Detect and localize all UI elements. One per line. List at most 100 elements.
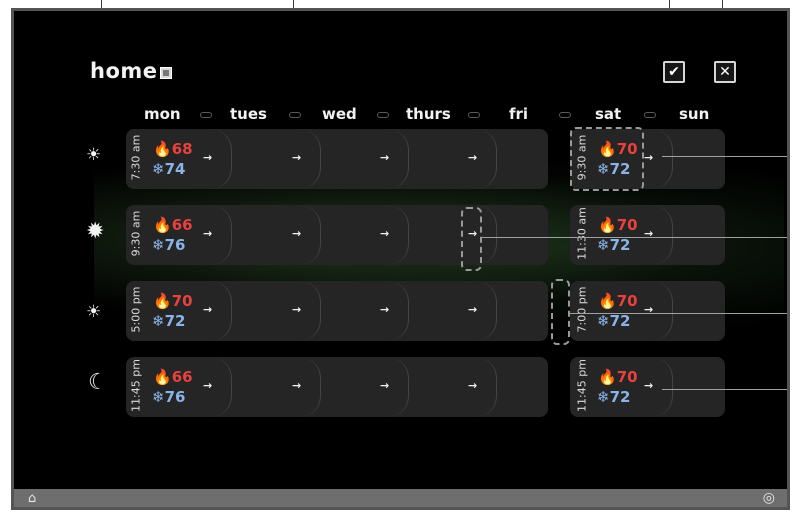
period-start-time[interactable]: 7:00 pm (576, 280, 589, 340)
segment-divider (388, 205, 409, 265)
copy-forward-arrow[interactable]: → (468, 151, 477, 164)
segment-divider (300, 357, 321, 417)
copy-forward-arrow[interactable]: → (644, 379, 653, 392)
drag-handle-highlight[interactable] (570, 127, 644, 191)
copy-forward-arrow[interactable]: → (203, 227, 212, 240)
period-start-time[interactable]: 7:30 am (130, 128, 143, 188)
heat-setpoint[interactable]: 🔥70 (598, 368, 638, 386)
segment-divider (211, 281, 232, 341)
callout-line-row-1 (662, 156, 787, 157)
copy-forward-arrow[interactable]: → (644, 151, 653, 164)
schedule-row-weekend-3[interactable]: 7:00 pm 🔥70 ❄72 → (570, 281, 725, 341)
sunrise-icon: ☀ (86, 145, 102, 165)
moon-icon: ☾ (88, 370, 108, 395)
segment-divider (211, 357, 232, 417)
segment-divider (476, 357, 497, 417)
heat-value: 66 (171, 216, 193, 234)
copy-forward-arrow[interactable]: → (644, 303, 653, 316)
cool-setpoint[interactable]: ❄72 (597, 388, 630, 406)
copy-forward-arrow[interactable]: → (468, 379, 477, 392)
cool-value: 72 (609, 236, 631, 254)
cool-value: 72 (164, 312, 186, 330)
drag-handle-highlight[interactable] (551, 279, 570, 345)
cool-value: 76 (164, 388, 186, 406)
day-header-thurs: thurs (406, 105, 451, 123)
link-toggle-wed-thurs[interactable] (377, 112, 389, 118)
heat-setpoint[interactable]: 🔥66 (153, 368, 193, 386)
copy-forward-arrow[interactable]: → (380, 379, 389, 392)
copy-forward-arrow[interactable]: → (203, 303, 212, 316)
link-toggle-thurs-fri[interactable] (468, 112, 480, 118)
copy-forward-arrow[interactable]: → (380, 303, 389, 316)
settings-icon[interactable]: ◎ (763, 490, 775, 506)
heat-value: 66 (171, 368, 193, 386)
schedule-row-weekday-4[interactable]: 11:45 pm 🔥66 ❄76 → → → → (126, 357, 548, 417)
page-title: home (90, 59, 158, 83)
copy-forward-arrow[interactable]: → (203, 151, 212, 164)
period-start-time[interactable]: 5:00 pm (130, 280, 143, 340)
segment-divider (388, 357, 409, 417)
heat-setpoint[interactable]: 🔥68 (153, 140, 193, 158)
bottom-bar: ⌂ ◎ (14, 489, 787, 507)
segment-divider (388, 281, 409, 341)
cool-value: 72 (609, 312, 631, 330)
segment-divider (476, 129, 497, 189)
schedule-row-weekday-2[interactable]: 9:30 am 🔥66 ❄76 → → → → (126, 205, 548, 265)
copy-forward-arrow[interactable]: → (203, 379, 212, 392)
period-start-time[interactable]: 11:45 pm (576, 356, 589, 416)
location-menu-icon[interactable] (160, 67, 172, 79)
day-header-sat: sat (595, 105, 622, 123)
heat-value: 70 (616, 292, 638, 310)
sun-icon: ✹ (86, 219, 105, 244)
heat-setpoint[interactable]: 🔥70 (153, 292, 193, 310)
home-icon[interactable]: ⌂ (28, 491, 36, 506)
period-start-time[interactable]: 9:30 am (130, 204, 143, 264)
segment-divider (652, 281, 673, 341)
schedule-row-weekday-3[interactable]: 5:00 pm 🔥70 ❄72 → → → → (126, 281, 548, 341)
link-toggle-mon-tues[interactable] (200, 112, 212, 118)
cool-value: 74 (164, 160, 186, 178)
period-start-time[interactable]: 11:45 pm (130, 356, 143, 416)
heat-setpoint[interactable]: 🔥66 (153, 216, 193, 234)
copy-forward-arrow[interactable]: → (468, 303, 477, 316)
day-header-sun: sun (679, 105, 710, 123)
copy-forward-arrow[interactable]: → (292, 303, 301, 316)
cool-value: 72 (609, 388, 631, 406)
cancel-button[interactable]: ✕ (714, 61, 736, 83)
segment-divider (476, 281, 497, 341)
segment-divider (300, 281, 321, 341)
schedule-row-weekday-1[interactable]: 7:30 am 🔥68 ❄74 → → → → (126, 129, 548, 189)
cool-setpoint[interactable]: ❄72 (597, 312, 630, 330)
copy-forward-arrow[interactable]: → (380, 227, 389, 240)
cool-setpoint[interactable]: ❄76 (152, 236, 185, 254)
copy-forward-arrow[interactable]: → (292, 379, 301, 392)
cool-setpoint[interactable]: ❄76 (152, 388, 185, 406)
copy-forward-arrow[interactable]: → (292, 227, 301, 240)
heat-setpoint[interactable]: 🔥70 (598, 292, 638, 310)
link-toggle-tues-wed[interactable] (289, 112, 301, 118)
cool-value: 76 (164, 236, 186, 254)
callout-line-row-3 (570, 313, 787, 314)
link-toggle-sat-sun[interactable] (644, 112, 656, 118)
day-header-tues: tues (230, 105, 267, 123)
segment-divider (300, 129, 321, 189)
schedule-row-weekend-2[interactable]: 11:30 am 🔥70 ❄72 → (570, 205, 725, 265)
heat-setpoint[interactable]: 🔥70 (598, 216, 638, 234)
callout-line-row-2 (482, 237, 787, 238)
cool-setpoint[interactable]: ❄74 (152, 160, 185, 178)
period-start-time[interactable]: 11:30 am (576, 204, 589, 264)
day-header-mon: mon (144, 105, 181, 123)
link-toggle-fri-sat[interactable] (559, 112, 571, 118)
confirm-button[interactable]: ✔ (663, 61, 685, 83)
segment-divider (211, 129, 232, 189)
copy-forward-arrow[interactable]: → (644, 227, 653, 240)
segment-divider (652, 129, 673, 189)
schedule-row-weekend-4[interactable]: 11:45 pm 🔥70 ❄72 → (570, 357, 725, 417)
copy-forward-arrow[interactable]: → (380, 151, 389, 164)
heat-value: 70 (171, 292, 193, 310)
drag-handle-highlight[interactable] (461, 207, 482, 271)
heat-value: 68 (171, 140, 193, 158)
cool-setpoint[interactable]: ❄72 (152, 312, 185, 330)
cool-setpoint[interactable]: ❄72 (597, 236, 630, 254)
copy-forward-arrow[interactable]: → (292, 151, 301, 164)
